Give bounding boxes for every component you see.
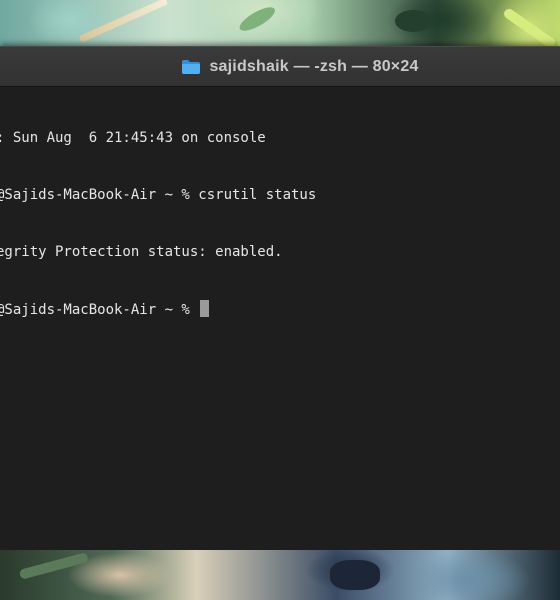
wallpaper-sword-detail (78, 0, 169, 43)
terminal-line-command: @Sajids-MacBook-Air ~ % csrutil status (0, 187, 317, 203)
window-titlebar[interactable]: sajidshaik — -zsh — 80×24 (0, 47, 560, 87)
terminal-line-output: egrity Protection status: enabled. (0, 244, 283, 260)
prompt-text: @Sajids-MacBook-Air ~ % (0, 302, 199, 318)
terminal-line-prompt[interactable]: @Sajids-MacBook-Air ~ % (0, 300, 556, 319)
folder-icon (181, 59, 201, 75)
window-title: sajidshaik — -zsh — 80×24 (209, 57, 419, 75)
terminal-output[interactable]: : Sun Aug 6 21:45:43 on console @Sajids-… (0, 87, 560, 357)
terminal-window[interactable]: sajidshaik — -zsh — 80×24 : Sun Aug 6 21… (0, 46, 560, 553)
wallpaper-leaf-detail (236, 2, 279, 36)
desktop-wallpaper-bottom (0, 550, 560, 600)
wallpaper-leaf-detail-4 (18, 552, 89, 580)
wallpaper-leaf-detail-3 (502, 6, 558, 48)
block-cursor (200, 300, 210, 317)
terminal-line-last-login: : Sun Aug 6 21:45:43 on console (0, 130, 266, 146)
wallpaper-figure-detail (330, 560, 380, 590)
window-title-group: sajidshaik — -zsh — 80×24 (141, 58, 418, 76)
wallpaper-leaf-detail-2 (395, 10, 431, 32)
desktop-wallpaper-top (0, 0, 560, 48)
